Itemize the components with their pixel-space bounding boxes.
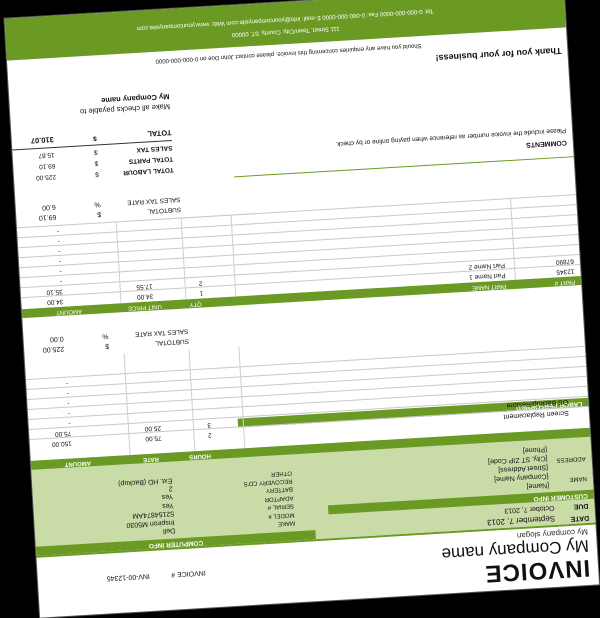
labor-tax: 0.00: [49, 334, 64, 343]
labor-row-amount: -: [67, 399, 70, 407]
labor-row-rate: 75.00: [145, 434, 162, 443]
part-number: 12345: [556, 267, 575, 276]
labor-subtotal: 225.00: [42, 344, 65, 354]
part-col-label: PART #: [554, 278, 576, 286]
qty-col-label: QTY: [189, 300, 202, 308]
labor-tax-label: SALES TAX RATE: [134, 327, 189, 338]
date-label: DATE: [570, 513, 590, 523]
invoice-document: INVOICE My Company name My company sloga…: [4, 0, 600, 618]
labor-row-hours: 3: [207, 421, 212, 429]
name-label: NAME: [569, 474, 587, 483]
grand-total: 310.07: [30, 135, 55, 146]
total-currency: $: [92, 134, 97, 142]
part-qty: 2: [198, 279, 203, 287]
part-amount: -: [59, 267, 62, 275]
grand-totals: TOTAL LABOUR $ 225.00 TOTAL PARTS $ 69.1…: [12, 128, 174, 182]
part-qty: 1: [199, 289, 204, 297]
parts-table: 12345 Part Name 1 1 34.00 34.00 67890 Part Nam…: [16, 194, 581, 309]
total-labour: 225.00: [35, 172, 57, 182]
part-amount: -: [58, 257, 62, 265]
thanks-text: Thank you for your business!: [435, 45, 562, 64]
part-amount: -: [58, 247, 61, 255]
labor-row-amount: -: [65, 379, 69, 387]
parts-tax-pct: %: [94, 200, 101, 208]
total-label: TOTAL: [147, 128, 172, 139]
part-unit-price: 34.00: [136, 292, 154, 301]
labor-subtotal-label: SUBTOTAL: [155, 337, 190, 347]
due-label: DUE: [573, 501, 589, 510]
part-unit-price: 17.55: [136, 282, 153, 291]
part-amount: -: [59, 277, 63, 285]
labor-row-amount: -: [66, 389, 70, 397]
payable-line: Make all checks payable to: [79, 102, 171, 117]
parts-subtotal: 69.10: [38, 212, 57, 222]
part-amount: 35.10: [46, 287, 63, 296]
total-parts-currency: $: [94, 159, 99, 167]
parts-tax-label: SALES TAX RATE: [126, 195, 181, 206]
part-name: Part Name 1: [468, 271, 506, 281]
total-parts: 69.10: [38, 161, 56, 170]
hours-col-label: HOURS: [188, 452, 211, 460]
labor-row-amount: 75.00: [54, 429, 72, 438]
invoice-number-label: INVOICE #: [170, 568, 206, 578]
invoice-number: INV-00-12345: [106, 572, 150, 582]
labor-tax-pct: %: [102, 332, 109, 340]
parts-subtotal-currency: $: [97, 210, 102, 218]
labor-subtotal-currency: $: [104, 342, 110, 350]
labor-row-amount: -: [67, 409, 71, 417]
customer-lines: [Name] [Company Name] [Street Address] […: [487, 444, 549, 492]
part-amount: -: [56, 227, 60, 235]
labor-row-hours: 2: [207, 431, 212, 439]
total-parts-label: TOTAL PARTS: [128, 154, 174, 165]
total-labour-currency: $: [95, 170, 100, 178]
part-amount: -: [57, 237, 61, 245]
labor-row-amount: -: [68, 419, 71, 427]
computer-labels: MAKE MODEL # SERIAL # ADAPTOR BATTERY RE…: [243, 468, 295, 530]
part-number: 67890: [555, 257, 575, 266]
labor-row-amount: 150.00: [51, 439, 72, 448]
rate-col-label: RATE: [142, 455, 160, 463]
parts-subtotal-label: SUBTOTAL: [147, 205, 182, 215]
sales-tax: 15.87: [38, 150, 55, 159]
sales-tax-label: SALES TAX: [136, 143, 173, 154]
comments-header: COMMENTS: [525, 138, 568, 148]
labor-row-rate: 25.00: [144, 424, 162, 433]
sales-tax-currency: $: [93, 148, 98, 156]
part-name: Part Name 2: [468, 261, 506, 271]
computer-values: Dell Inspiron M5030 52154874AM Yes Yes 2…: [118, 475, 175, 537]
total-labour-label: TOTAL LABOUR: [123, 165, 174, 176]
part-amount: 34.00: [46, 297, 64, 306]
comments-text: Please include the invoice number as ref…: [335, 126, 567, 148]
parts-tax: 6.00: [41, 202, 56, 211]
